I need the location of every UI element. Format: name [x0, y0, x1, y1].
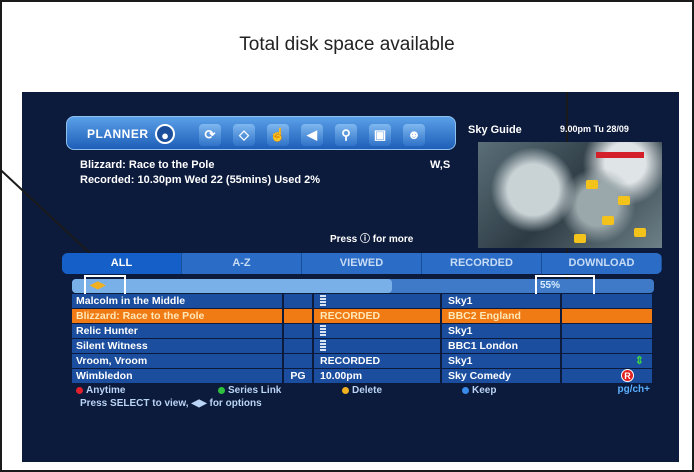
red-button-icon	[76, 387, 83, 394]
programme-codes: W,S	[430, 159, 451, 171]
delete-label: Delete	[352, 385, 383, 396]
action-legend: Anytime Series Link Delete Keep pg/ch+	[72, 384, 654, 397]
weather-sun-icon	[602, 216, 614, 225]
row-status	[314, 324, 442, 338]
row-channel: Sky1	[442, 354, 562, 368]
row-channel: Sky1	[442, 294, 562, 308]
row-extra	[562, 339, 654, 353]
row-extra	[562, 309, 654, 323]
row-extra	[562, 324, 654, 338]
row-extra	[562, 294, 654, 308]
yellow-button-icon	[342, 387, 349, 394]
selected-title: Blizzard: Race to the Pole	[80, 159, 215, 171]
tab-download[interactable]: DOWNLOAD	[542, 253, 662, 274]
row-channel: Sky Comedy	[442, 369, 562, 383]
lock-icon[interactable]: ▣	[369, 124, 391, 146]
row-rating	[284, 309, 314, 323]
callout-title: Total disk space available	[239, 34, 455, 55]
scroll-updown-icon[interactable]: ⇕	[635, 354, 644, 368]
list-item[interactable]: Wimbledon PG 10.00pm Sky Comedy R	[72, 369, 654, 383]
series-stack-icon	[320, 340, 326, 352]
row-channel: BBC2 England	[442, 309, 562, 323]
sky-guide-label: Sky Guide	[468, 124, 522, 136]
series-stack-icon	[320, 295, 326, 307]
row-title: Vroom, Vroom	[72, 354, 284, 368]
weather-sun-icon	[574, 234, 586, 243]
row-rating	[284, 324, 314, 338]
press-for-more: Press ⓘ for more	[330, 234, 414, 245]
list-item[interactable]: Vroom, Vroom RECORDED Sky1 ⇕	[72, 354, 654, 368]
page-channel-hint[interactable]: pg/ch+	[617, 384, 650, 395]
tab-recorded[interactable]: RECORDED	[422, 253, 542, 274]
row-channel: Sky1	[442, 324, 562, 338]
blue-button-icon	[462, 387, 469, 394]
guide-time: 9.00pm Tu 28/09	[560, 124, 629, 134]
tab-all[interactable]: ALL	[62, 253, 182, 274]
row-title: Silent Witness	[72, 339, 284, 353]
series-link-action[interactable]: Series Link	[218, 385, 281, 396]
series-link-label: Series Link	[228, 385, 282, 396]
green-button-icon	[218, 387, 225, 394]
row-extra: R	[562, 369, 654, 383]
weather-sun-icon	[586, 180, 598, 189]
row-title: Blizzard: Race to the Pole	[72, 309, 284, 323]
keep-action[interactable]: Keep	[462, 385, 496, 396]
row-status	[314, 339, 442, 353]
row-rating	[284, 339, 314, 353]
filter-tabs: ALL A-Z VIEWED RECORDED DOWNLOAD	[62, 253, 662, 274]
list-item[interactable]: Malcolm in the Middle Sky1	[72, 294, 654, 308]
row-rating	[284, 354, 314, 368]
list-item[interactable]: Silent Witness BBC1 London	[72, 339, 654, 353]
row-title: Malcolm in the Middle	[72, 294, 284, 308]
list-item[interactable]: Blizzard: Race to the Pole RECORDED BBC2…	[72, 309, 654, 323]
tag-icon[interactable]: ◇	[233, 124, 255, 146]
row-status: RECORDED	[314, 309, 442, 323]
record-icon[interactable]: ●	[155, 124, 175, 144]
anytime-action[interactable]: Anytime	[76, 385, 125, 396]
row-title: Relic Hunter	[72, 324, 284, 338]
tab-a-z[interactable]: A-Z	[182, 253, 302, 274]
search-icon[interactable]: ⚲	[335, 124, 357, 146]
row-extra: ⇕	[562, 354, 654, 368]
row-status	[314, 294, 442, 308]
person-icon[interactable]: ☻	[403, 124, 425, 146]
back-icon[interactable]: ◀	[301, 124, 323, 146]
row-channel: BBC1 London	[442, 339, 562, 353]
row-rating	[284, 294, 314, 308]
weather-sun-icon	[618, 196, 630, 205]
keep-label: Keep	[472, 385, 497, 396]
weather-sun-icon	[634, 228, 646, 237]
reminder-icon[interactable]: ⟳	[199, 124, 221, 146]
hand-icon[interactable]: ☝	[267, 124, 289, 146]
row-status: RECORDED	[314, 354, 442, 368]
row-status: 10.00pm	[314, 369, 442, 383]
row-rating: PG	[284, 369, 314, 383]
recorded-info: Recorded: 10.30pm Wed 22 (55mins) Used 2…	[80, 174, 321, 186]
help-text: Press SELECT to view, ◀▶ for options	[80, 398, 262, 409]
series-stack-icon	[320, 325, 326, 337]
row-title: Wimbledon	[72, 369, 284, 383]
record-badge-icon: R	[621, 369, 634, 382]
anytime-label: Anytime	[86, 385, 126, 396]
delete-action[interactable]: Delete	[342, 385, 382, 396]
planner-label: PLANNER	[87, 127, 149, 141]
tab-viewed[interactable]: VIEWED	[302, 253, 422, 274]
planner-bar: PLANNER ● ⟳ ◇ ☝ ◀ ⚲ ▣ ☻	[66, 116, 456, 150]
list-item[interactable]: Relic Hunter Sky1	[72, 324, 654, 338]
weather-map-preview	[478, 142, 662, 248]
weather-red-bar	[596, 152, 644, 158]
recordings-list: Malcolm in the Middle Sky1 Blizzard: Rac…	[72, 294, 654, 384]
